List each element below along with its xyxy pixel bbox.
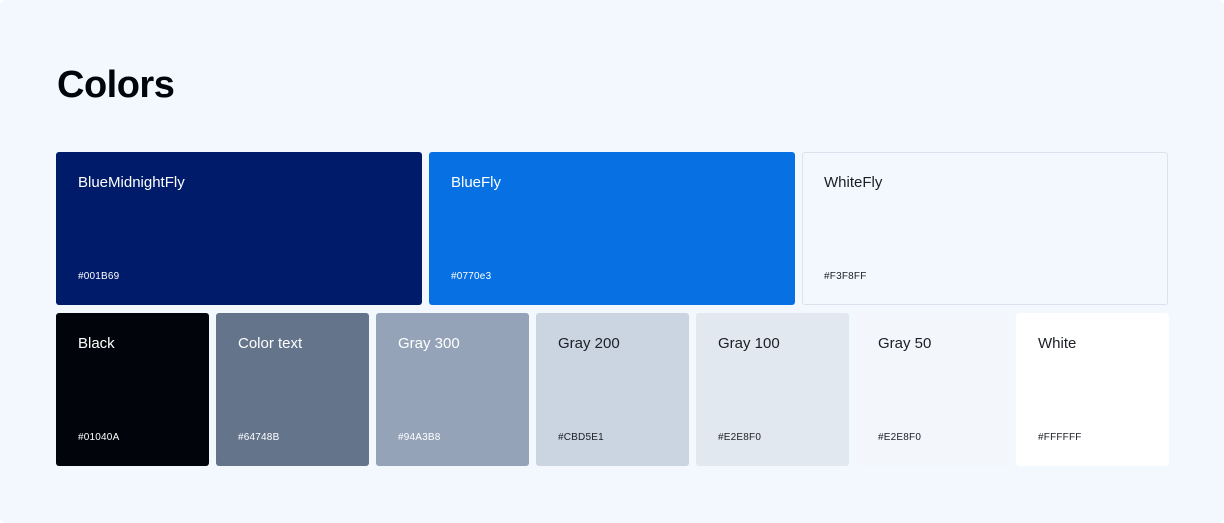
color-palette-board: Colors BlueMidnightFly #001B69 BlueFly #… — [0, 0, 1224, 523]
swatch-hex: #F3F8FF — [824, 271, 867, 282]
swatch-blue-fly: BlueFly #0770e3 — [429, 152, 795, 305]
swatch-name: Gray 50 — [878, 335, 932, 352]
swatch-name: BlueMidnightFly — [78, 174, 185, 191]
swatch-name: Color text — [238, 335, 303, 352]
swatch-hex: #CBD5E1 — [558, 432, 604, 443]
swatch-white-fly: WhiteFly #F3F8FF — [802, 152, 1168, 305]
neutral-colors-row: Black #01040A Color text #64748B Gray 30… — [56, 313, 1169, 466]
swatch-hex: #64748B — [238, 432, 280, 443]
swatch-name: BlueFly — [451, 174, 502, 191]
swatch-name: Gray 200 — [558, 335, 620, 352]
swatch-hex: #FFFFFF — [1038, 432, 1082, 443]
swatch-black: Black #01040A — [56, 313, 209, 466]
swatch-name: Black — [78, 335, 115, 352]
swatch-hex: #E2E8F0 — [878, 432, 922, 443]
swatch-hex: #0770e3 — [451, 271, 492, 282]
swatch-gray-100: Gray 100 #E2E8F0 — [696, 313, 849, 466]
swatch-gray-300: Gray 300 #94A3B8 — [376, 313, 529, 466]
swatch-hex: #001B69 — [78, 271, 120, 282]
swatch-hex: #E2E8F0 — [718, 432, 762, 443]
swatch-hex: #01040A — [78, 432, 120, 443]
swatch-name: Gray 100 — [718, 335, 780, 352]
primary-colors-row: BlueMidnightFly #001B69 BlueFly #0770e3 … — [56, 152, 1168, 305]
page-title: Colors — [57, 64, 175, 106]
swatch-name: Gray 300 — [398, 335, 460, 352]
swatch-gray-200: Gray 200 #CBD5E1 — [536, 313, 689, 466]
swatch-blue-midnight-fly: BlueMidnightFly #001B69 — [56, 152, 422, 305]
swatch-color-text: Color text #64748B — [216, 313, 369, 466]
swatch-hex: #94A3B8 — [398, 432, 441, 443]
swatch-white: White #FFFFFF — [1016, 313, 1169, 466]
swatch-name: White — [1038, 335, 1077, 352]
swatch-gray-50: Gray 50 #E2E8F0 — [856, 313, 1009, 466]
swatch-name: WhiteFly — [824, 174, 883, 191]
